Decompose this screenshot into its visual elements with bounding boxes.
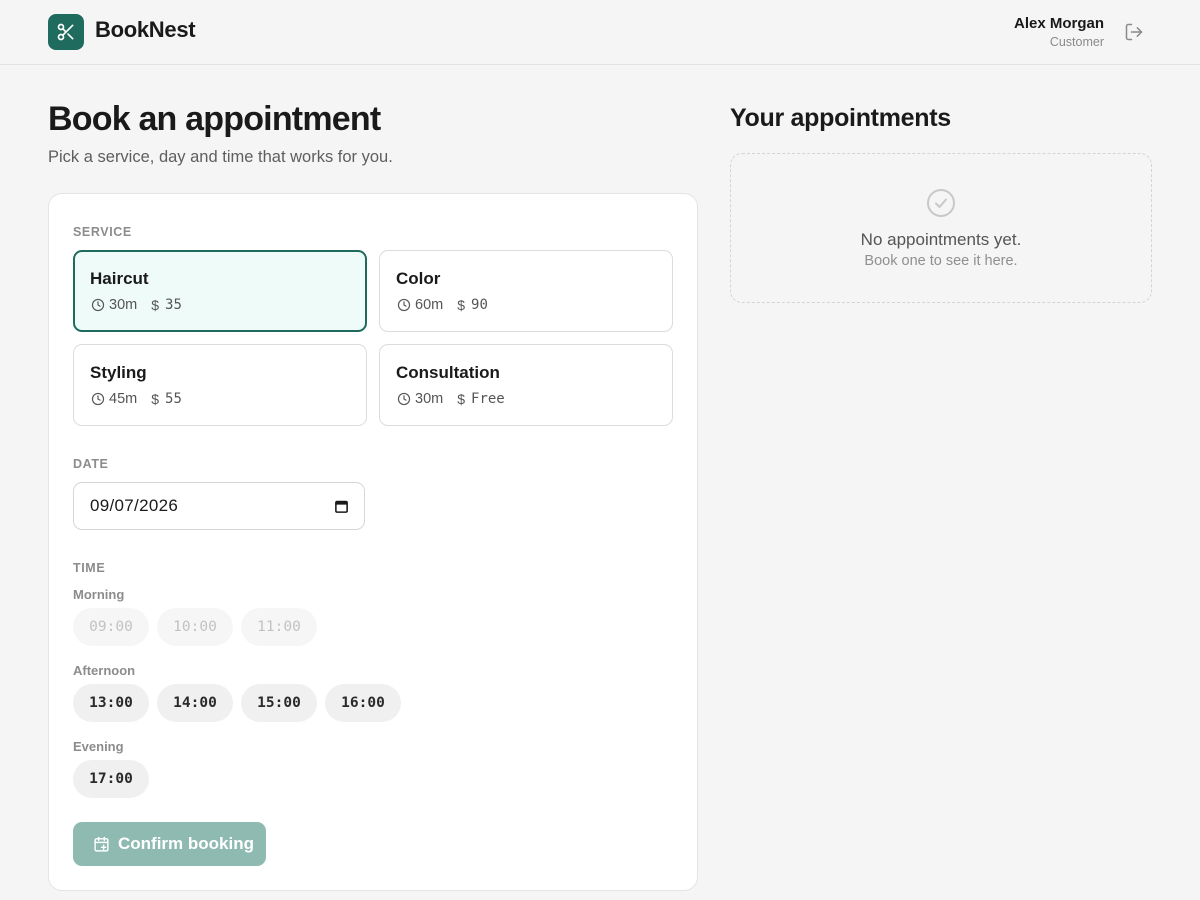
slot-group-morning-label: Morning xyxy=(73,587,125,602)
clock-icon xyxy=(90,391,106,407)
appointments-title: Your appointments xyxy=(730,104,951,132)
brand-name: BookNest xyxy=(95,17,196,42)
logout-icon xyxy=(1125,23,1143,41)
booking-card: SERVICE Haircut 30m $ 35 Color 60m $ 90 … xyxy=(48,193,698,891)
service-name: Consultation xyxy=(396,363,500,382)
user-role: Customer xyxy=(1049,35,1104,49)
calendar-plus-icon xyxy=(93,836,110,853)
service-option-color[interactable]: Color 60m $ 90 xyxy=(379,250,673,332)
confirm-booking-button[interactable]: Confirm booking xyxy=(73,822,266,866)
date-input[interactable]: 09/07/2026 xyxy=(73,482,365,530)
service-name: Styling xyxy=(90,363,147,382)
top-bar: BookNest Alex Morgan Customer xyxy=(0,0,1200,65)
time-slot[interactable]: 15:00 xyxy=(241,684,317,722)
service-option-haircut[interactable]: Haircut 30m $ 35 xyxy=(73,250,367,332)
appointments-empty-state: No appointments yet. Book one to see it … xyxy=(730,153,1152,303)
service-option-consultation[interactable]: Consultation 30m $ Free xyxy=(379,344,673,426)
dollar-icon: $ xyxy=(457,391,466,407)
clock-icon xyxy=(396,297,412,313)
service-price: Free xyxy=(471,391,505,407)
date-value: 09/07/2026 xyxy=(90,496,179,515)
time-slot: 09:00 xyxy=(73,608,149,646)
service-section-label: SERVICE xyxy=(73,225,132,239)
service-duration: 45m xyxy=(109,391,138,407)
page-title: Book an appointment xyxy=(48,100,381,138)
scissors-icon xyxy=(57,23,74,41)
service-duration: 30m xyxy=(109,297,138,313)
service-name: Haircut xyxy=(90,269,149,288)
dollar-icon: $ xyxy=(151,297,160,313)
service-name: Color xyxy=(396,269,441,288)
empty-title: No appointments yet. xyxy=(860,230,1022,249)
logo[interactable] xyxy=(48,14,84,50)
date-section-label: DATE xyxy=(73,457,109,471)
service-option-styling[interactable]: Styling 45m $ 55 xyxy=(73,344,367,426)
slot-group-evening-label: Evening xyxy=(73,739,124,754)
time-slot[interactable]: 17:00 xyxy=(73,760,149,798)
slot-group-afternoon-label: Afternoon xyxy=(73,663,136,678)
time-slot[interactable]: 14:00 xyxy=(157,684,233,722)
dollar-icon: $ xyxy=(151,391,160,407)
clock-icon xyxy=(396,391,412,407)
service-price: 55 xyxy=(165,391,182,407)
service-duration: 60m xyxy=(415,297,444,313)
time-section-label: TIME xyxy=(73,561,106,575)
confirm-booking-label: Confirm booking xyxy=(118,834,254,853)
service-price: 90 xyxy=(471,297,488,313)
user-name: Alex Morgan xyxy=(1013,15,1104,32)
check-circle-icon xyxy=(925,187,957,224)
dollar-icon: $ xyxy=(457,297,466,313)
service-duration: 30m xyxy=(415,391,444,407)
time-slot[interactable]: 16:00 xyxy=(325,684,401,722)
time-slot: 11:00 xyxy=(241,608,317,646)
empty-subtitle: Book one to see it here. xyxy=(864,253,1018,269)
logout-button[interactable] xyxy=(1122,20,1146,44)
time-slot[interactable]: 13:00 xyxy=(73,684,149,722)
service-price: 35 xyxy=(165,297,182,313)
clock-icon xyxy=(90,297,106,313)
calendar-icon[interactable] xyxy=(332,497,350,515)
page-subtitle: Pick a service, day and time that works … xyxy=(48,148,393,166)
time-slot: 10:00 xyxy=(157,608,233,646)
